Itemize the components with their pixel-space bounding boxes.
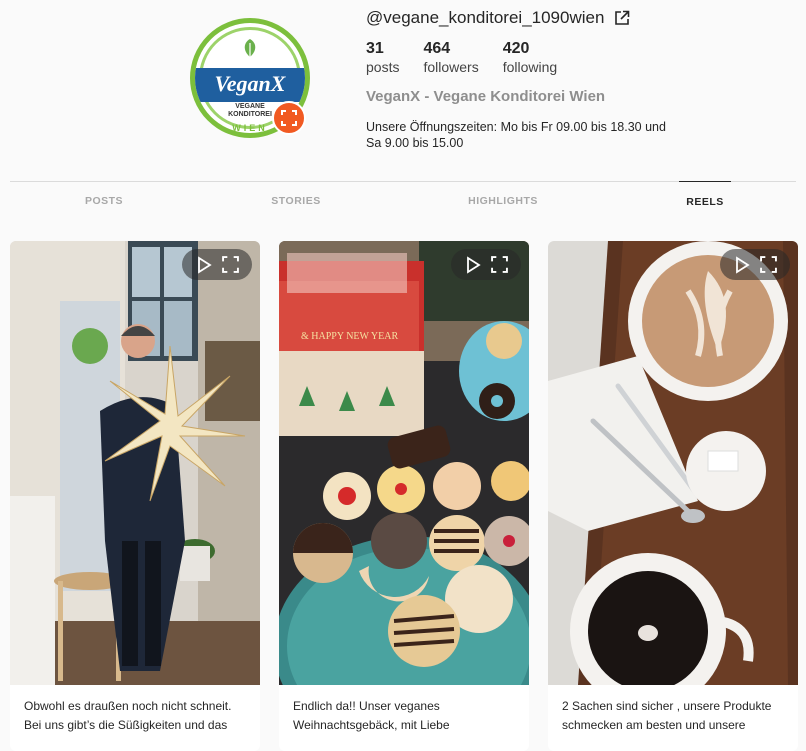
- avatar-brand-text: VeganX: [214, 71, 286, 96]
- leaf-icon: [244, 39, 256, 57]
- caption-line: 2 Sachen sind sicher , unsere Produkte: [562, 699, 772, 713]
- profile-stats: 31 posts 464 followers 420 following: [366, 40, 557, 76]
- reel-2-image: & HAPPY NEW YEAR: [279, 241, 529, 685]
- stat-value: 420: [502, 40, 530, 57]
- reel-caption: Obwohl es draußen noch nicht schneit. Be…: [24, 697, 248, 735]
- caption-line: Weihnachtsgebäck, mit Liebe: [293, 718, 450, 732]
- tab-reels[interactable]: REELS: [679, 181, 731, 221]
- reel-card[interactable]: 2 Sachen sind sicher , unsere Produkte s…: [548, 241, 798, 751]
- stat-posts[interactable]: 31 posts: [366, 40, 399, 76]
- stat-value: 31: [366, 40, 384, 57]
- cookie-box-text: & HAPPY NEW YEAR: [301, 331, 398, 342]
- profile-bio: Unsere Öffnungszeiten: Mo bis Fr 09.00 b…: [366, 120, 666, 150]
- stat-following[interactable]: 420 following: [503, 40, 557, 76]
- profile-tabs: POSTS STORIES HIGHLIGHTS REELS: [10, 181, 796, 221]
- stat-followers[interactable]: 464 followers: [423, 40, 478, 76]
- reel-card[interactable]: Obwohl es draußen noch nicht schneit. Be…: [10, 241, 260, 751]
- reel-card[interactable]: & HAPPY NEW YEAR Endlich da!! Unser vega…: [279, 241, 529, 751]
- reel-thumbnail[interactable]: [10, 241, 260, 685]
- username-row: @vegane_konditorei_1090wien: [366, 8, 630, 28]
- play-icon[interactable]: [464, 255, 482, 274]
- expand-icon[interactable]: [760, 256, 778, 273]
- expand-icon: [281, 110, 297, 126]
- external-link-icon[interactable]: [614, 10, 630, 26]
- reel-controls: [720, 249, 790, 280]
- expand-icon[interactable]: [491, 256, 509, 273]
- tab-posts[interactable]: POSTS: [10, 181, 198, 221]
- stat-label: posts: [366, 59, 400, 75]
- reel-controls: [182, 249, 252, 280]
- caption-line: Bei uns gibt’s die Süßigkeiten und das: [24, 718, 228, 732]
- profile-header: VeganX VEGANE KONDITOREI WIEN @vegane_ko…: [0, 0, 806, 182]
- expand-icon[interactable]: [222, 256, 240, 273]
- profile-full-name: VeganX - Vegane Konditorei Wien: [366, 88, 606, 105]
- caption-line: Obwohl es draußen noch nicht schneit.: [24, 699, 232, 713]
- stat-value: 464: [423, 40, 451, 57]
- avatar-expand-button[interactable]: [272, 101, 306, 135]
- caption-line: schmecken am besten und unsere: [562, 718, 746, 732]
- reel-3-image: [548, 241, 798, 685]
- reel-thumbnail[interactable]: & HAPPY NEW YEAR: [279, 241, 529, 685]
- reel-thumbnail[interactable]: [548, 241, 798, 685]
- stat-label: followers: [423, 59, 479, 75]
- profile-username[interactable]: @vegane_konditorei_1090wien: [366, 8, 604, 28]
- tab-highlights[interactable]: HIGHLIGHTS: [396, 181, 610, 221]
- play-icon[interactable]: [195, 255, 213, 274]
- reel-caption: 2 Sachen sind sicher , unsere Produkte s…: [562, 697, 786, 735]
- tab-stories[interactable]: STORIES: [196, 181, 396, 221]
- reel-1-image: [10, 241, 260, 685]
- play-icon[interactable]: [733, 255, 751, 274]
- reel-controls: [451, 249, 521, 280]
- caption-line: Endlich da!! Unser veganes: [293, 699, 440, 713]
- reel-caption: Endlich da!! Unser veganes Weihnachtsgeb…: [293, 697, 517, 735]
- stat-label: following: [502, 59, 558, 75]
